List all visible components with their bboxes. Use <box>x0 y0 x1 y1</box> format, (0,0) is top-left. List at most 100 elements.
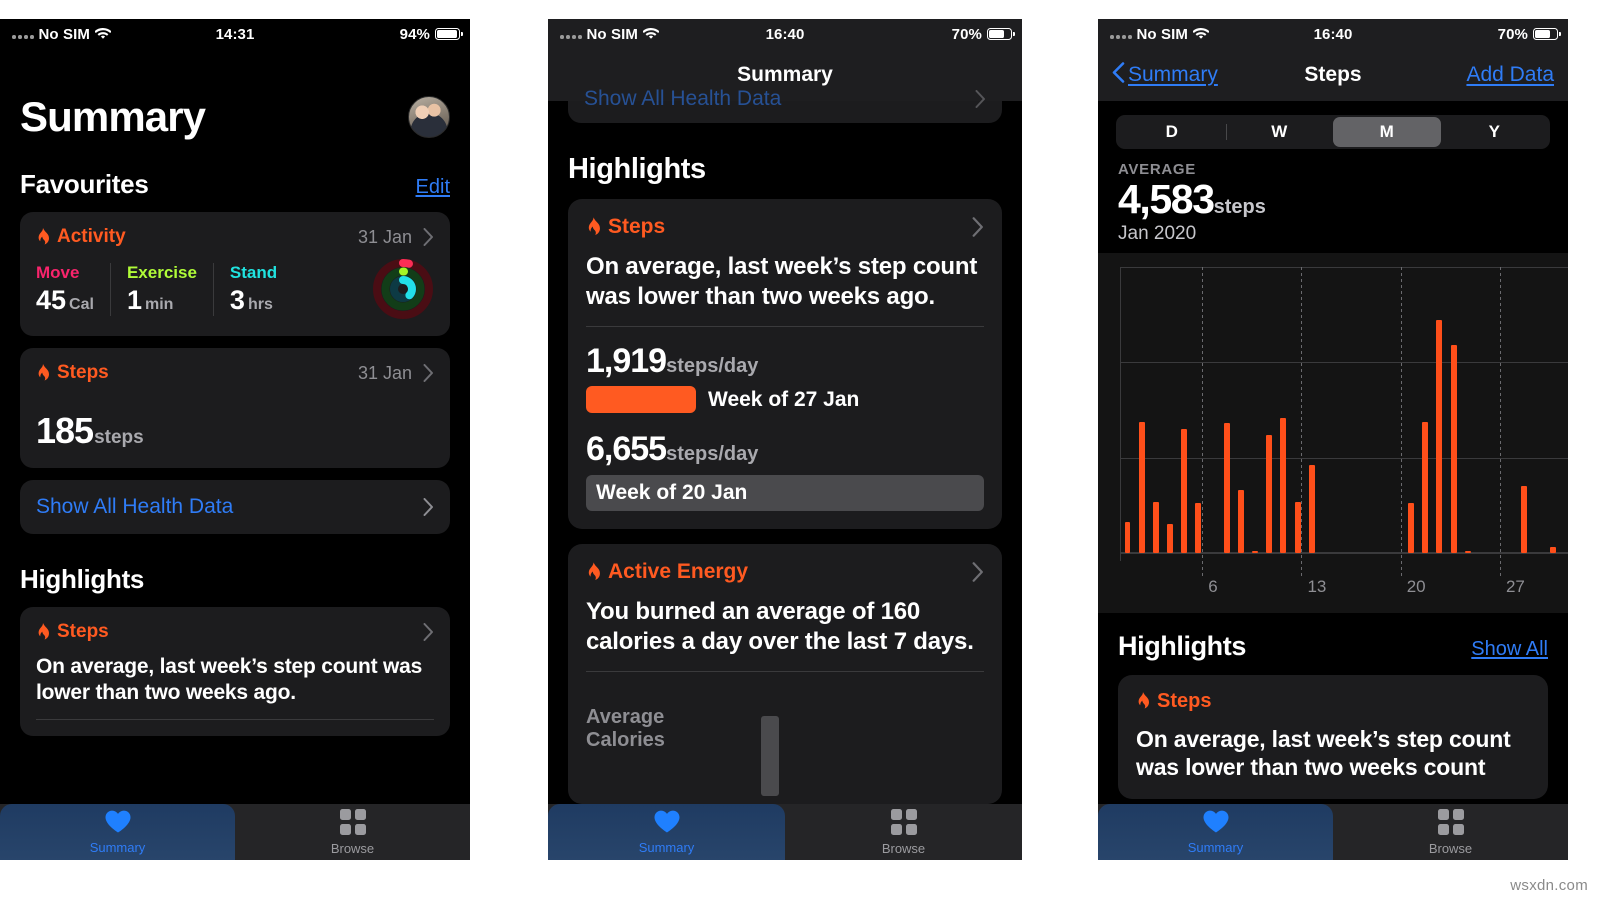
metric-exercise-unit: min <box>144 295 174 313</box>
highlights-title: Highlights <box>20 564 145 594</box>
chart-vertical-gridline <box>1301 267 1303 578</box>
highlights-title: Highlights <box>1118 631 1246 662</box>
activity-card[interactable]: Activity 31 Jan Move 45 Cal Exercise 1 m… <box>20 212 450 336</box>
highlight-steps-card[interactable]: Steps On average, last week’s step count… <box>1118 675 1548 800</box>
flame-icon <box>36 363 50 383</box>
metric-move-unit: Cal <box>69 295 94 313</box>
activity-card-header: Activity 31 Jan <box>36 226 434 248</box>
card-divider <box>586 671 984 672</box>
show-all-health-data-row[interactable]: Show All Health Data <box>20 480 450 534</box>
carrier-label: No SIM <box>586 25 638 43</box>
activity-card-meta: 31 Jan <box>358 227 434 248</box>
back-button[interactable]: Summary <box>1112 61 1218 89</box>
tab-summary-label: Summary <box>1187 839 1244 855</box>
favourites-header: Favourites Edit <box>20 169 450 200</box>
wifi-icon <box>642 28 659 40</box>
show-all-button[interactable]: Show All <box>1471 638 1548 661</box>
activity-rings-icon <box>372 258 434 320</box>
stat-b-number: 6,655 <box>586 430 667 468</box>
chart-bar <box>1181 429 1188 554</box>
metric-exercise-label: Exercise <box>126 262 197 282</box>
chart-bar <box>1124 521 1131 554</box>
battery-percent-label: 70% <box>951 25 982 43</box>
card-divider <box>586 326 984 327</box>
heart-icon <box>654 810 680 838</box>
activity-card-title: Activity <box>57 226 126 247</box>
tab-browse[interactable]: Browse <box>1333 804 1568 860</box>
stat-b-unit: steps/day <box>666 443 759 465</box>
highlight-card-header: Steps <box>1136 690 1530 713</box>
status-right-1: 94% <box>400 26 470 43</box>
back-button-label: Summary <box>1128 63 1218 86</box>
steps-count: 185 <box>36 410 94 451</box>
chart-bar <box>1422 421 1429 554</box>
segment-month[interactable]: M <box>1333 117 1441 147</box>
tab-summary[interactable]: Summary <box>1098 804 1333 860</box>
average-value: 4,583steps <box>1118 176 1568 222</box>
average-unit: steps <box>1213 196 1266 218</box>
steps-card[interactable]: Steps 31 Jan 185steps <box>20 348 450 468</box>
tab-summary-label: Summary <box>89 839 146 855</box>
chevron-right-icon <box>423 623 434 641</box>
chart-x-tick-label: 6 <box>1208 577 1218 597</box>
tab-browse[interactable]: Browse <box>235 804 470 860</box>
chevron-right-icon <box>423 498 434 516</box>
tab-browse-label: Browse <box>881 840 926 856</box>
steps-card-value: 185steps <box>36 410 434 452</box>
segment-day[interactable]: D <box>1118 117 1226 147</box>
chevron-right-icon <box>972 217 984 237</box>
highlight-card-title: Steps <box>1157 690 1212 713</box>
heart-icon <box>1203 810 1229 838</box>
metric-exercise-value: 1 min <box>127 285 197 316</box>
metric-exercise-number: 1 <box>126 284 142 315</box>
nav-title-2: Summary <box>737 63 833 86</box>
chart-plot-area: 05,00010,00015,0006132027 <box>1120 267 1568 596</box>
chart-bar <box>1521 486 1528 554</box>
stat-a-value: 1,919steps/day <box>586 342 984 381</box>
metric-move-label: Move <box>36 262 80 282</box>
steps-card-title: Steps <box>57 362 109 383</box>
metric-stand-unit: hrs <box>247 295 273 313</box>
avatar[interactable] <box>408 96 450 138</box>
grid-icon <box>339 808 366 835</box>
highlight-active-energy-card[interactable]: Active Energy You burned an average of 1… <box>568 544 1002 804</box>
grid-icon <box>890 808 917 835</box>
tab-browse-label: Browse <box>1428 840 1473 856</box>
chart-bar <box>1266 434 1273 554</box>
steps-card-header: Steps 31 Jan <box>36 362 434 384</box>
tab-bar-3: Summary Browse <box>1098 804 1568 860</box>
status-right-2: 70% <box>952 26 1022 43</box>
highlight-card-header: Steps <box>36 621 434 643</box>
grid-icon <box>1437 808 1464 835</box>
steps-bar-chart[interactable]: 05,00010,00015,0006132027 <box>1098 253 1568 614</box>
time-range-segmented-control[interactable]: D W M Y <box>1116 115 1550 149</box>
edit-favourites-button[interactable]: Edit <box>416 176 450 199</box>
segment-year[interactable]: Y <box>1441 117 1549 147</box>
tab-browse[interactable]: Browse <box>785 804 1022 860</box>
phone-panel-summary: No SIM 14:31 94% Summary Favourites Edit <box>0 19 470 860</box>
tab-summary[interactable]: Summary <box>0 804 235 860</box>
highlights-title: Highlights <box>568 153 706 185</box>
show-all-health-data-label: Show All Health Data <box>36 495 234 518</box>
chart-bar <box>1252 550 1259 554</box>
tab-summary[interactable]: Summary <box>548 804 785 860</box>
chevron-right-icon <box>975 90 986 108</box>
status-bar-1: No SIM 14:31 94% <box>0 19 470 49</box>
average-number: 4,583 <box>1118 176 1215 222</box>
chart-bar <box>1167 524 1174 554</box>
add-data-button[interactable]: Add Data <box>1466 63 1554 87</box>
highlight-steps-card[interactable]: Steps On average, last week’s step count… <box>20 607 450 737</box>
carrier-label: No SIM <box>38 25 90 43</box>
status-bar-3: No SIM 16:40 70% <box>1098 19 1568 49</box>
energy-mini-bar <box>761 716 779 796</box>
metric-stand-label: Stand <box>229 262 278 282</box>
period-label: Jan 2020 <box>1118 223 1197 245</box>
segment-week[interactable]: W <box>1225 117 1334 147</box>
card-divider <box>36 719 434 721</box>
chart-x-tick-label: 20 <box>1406 577 1426 597</box>
status-bar-2: No SIM 16:40 70% <box>548 19 1022 49</box>
highlight-steps-card[interactable]: Steps On average, last week’s step count… <box>568 199 1002 529</box>
metric-move-number: 45 <box>36 284 67 315</box>
chart-bar <box>1294 501 1301 554</box>
chart-y-axis <box>1120 267 1121 562</box>
